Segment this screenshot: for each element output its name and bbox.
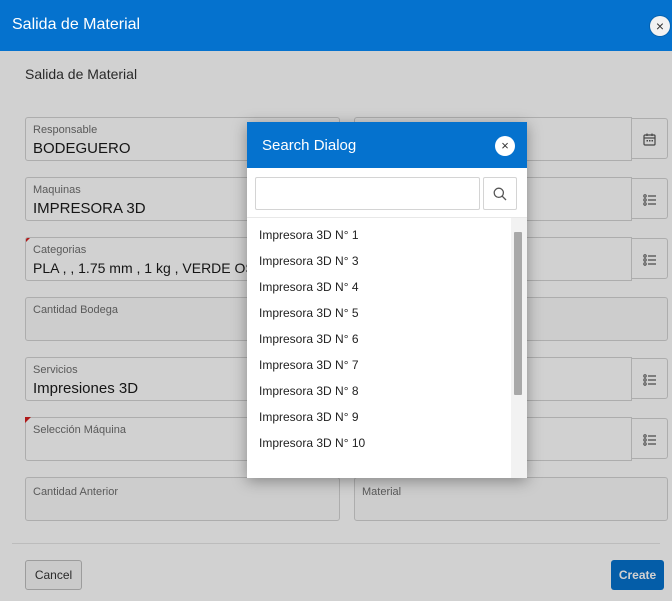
results-list[interactable]: Impresora 3D N° 1 Impresora 3D N° 3 Impr… xyxy=(247,218,511,478)
search-input[interactable] xyxy=(255,177,480,210)
list-item[interactable]: Impresora 3D N° 5 xyxy=(259,306,359,320)
list-item[interactable]: Impresora 3D N° 9 xyxy=(259,410,359,424)
search-dialog: Search Dialog × Impresora 3D N° 1 Impres… xyxy=(247,122,527,478)
list-item[interactable]: Impresora 3D N° 3 xyxy=(259,254,359,268)
list-item[interactable]: Impresora 3D N° 1 xyxy=(259,228,359,242)
scrollbar-thumb[interactable] xyxy=(514,232,522,395)
list-item[interactable]: Impresora 3D N° 4 xyxy=(259,280,359,294)
close-icon[interactable]: × xyxy=(650,16,670,36)
dialog-title: Salida de Material xyxy=(12,16,141,33)
search-dialog-title: Search Dialog xyxy=(262,137,357,154)
list-item[interactable]: Impresora 3D N° 10 xyxy=(259,436,365,450)
list-item[interactable]: Impresora 3D N° 6 xyxy=(259,332,359,346)
dialog-header: Salida de Material × xyxy=(0,0,672,51)
search-dialog-header: Search Dialog × xyxy=(247,122,527,168)
list-item[interactable]: Impresora 3D N° 7 xyxy=(259,358,359,372)
search-icon[interactable] xyxy=(483,177,517,210)
close-icon[interactable]: × xyxy=(495,136,515,156)
list-item[interactable]: Impresora 3D N° 8 xyxy=(259,384,359,398)
